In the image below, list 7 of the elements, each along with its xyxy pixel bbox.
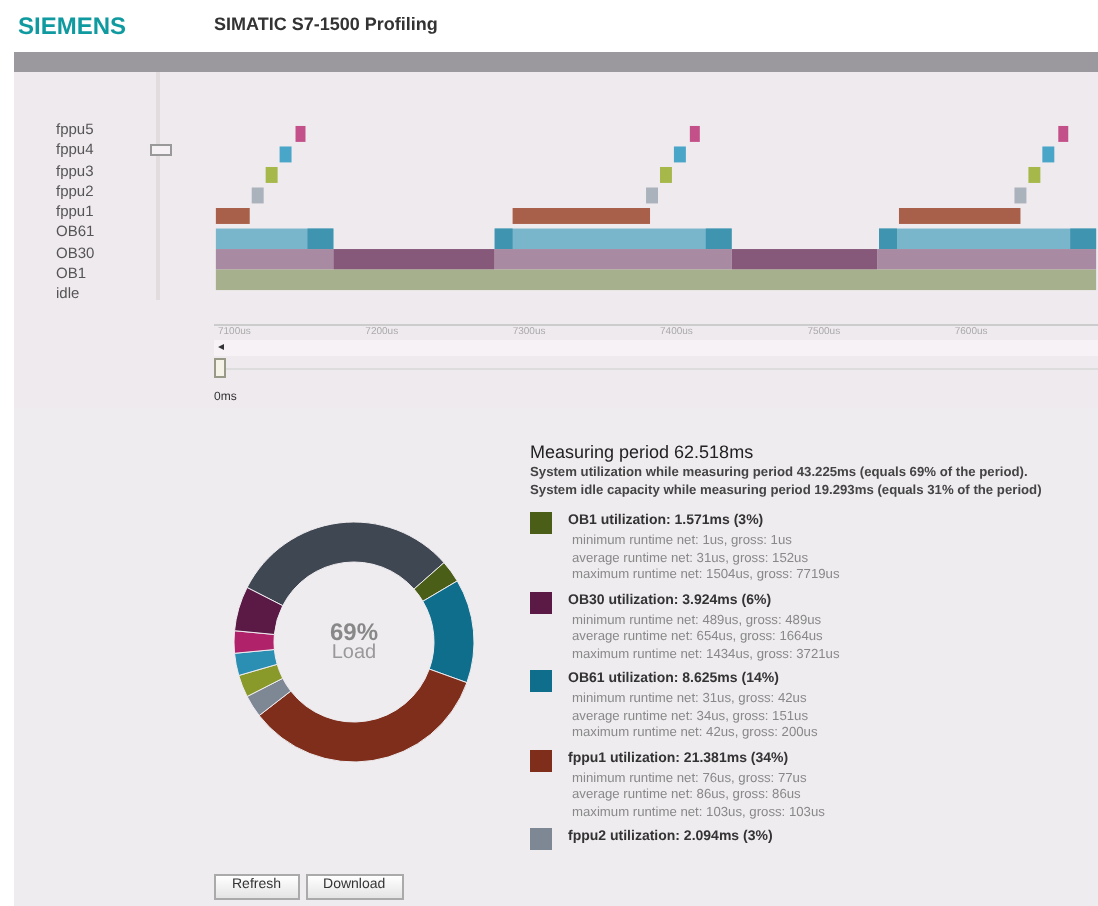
page-title: SIMATIC S7-1500 Profiling: [214, 12, 438, 39]
load-label: Load: [331, 644, 377, 664]
brand-logo: SIEMENS: [18, 10, 129, 44]
period-heading: Measuring period 62.518ms: [530, 442, 756, 464]
handle-icon[interactable]: [150, 144, 172, 156]
slider-thumb[interactable]: [214, 358, 226, 379]
load-percent: 69%: [329, 620, 379, 644]
